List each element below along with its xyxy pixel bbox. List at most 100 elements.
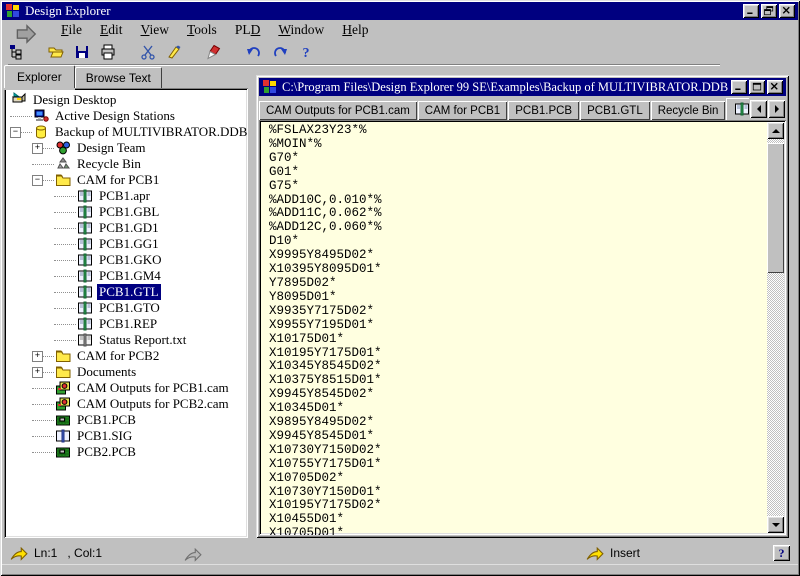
tree-item-cam-outputs-for-pcb1-cam[interactable]: CAM Outputs for PCB1.cam bbox=[4, 380, 248, 396]
document-titlebar[interactable]: C:\Program Files\Design Explorer 99 SE\E… bbox=[259, 78, 786, 96]
gerber-line: X9955Y7195D01* bbox=[269, 319, 762, 333]
menu-items: FileEditViewToolsPLDWindowHelp bbox=[52, 20, 378, 40]
paste-button[interactable] bbox=[160, 40, 186, 63]
save-button[interactable] bbox=[68, 40, 94, 63]
doc-tab-cam-for-pcb1[interactable]: CAM for PCB1 bbox=[418, 101, 507, 120]
tree-connector bbox=[10, 116, 32, 117]
undo-button[interactable] bbox=[240, 40, 266, 63]
doc-tab-pcb1-gtl[interactable]: PCB1.GTL bbox=[726, 98, 749, 120]
gerber-line: D10* bbox=[269, 235, 762, 249]
menu-pld[interactable]: PLD bbox=[226, 20, 270, 40]
print-button[interactable] bbox=[94, 40, 120, 63]
expand-box[interactable]: + bbox=[32, 351, 43, 362]
menu-view[interactable]: View bbox=[132, 20, 178, 40]
doc-minimize-button[interactable] bbox=[731, 80, 747, 94]
restore-button[interactable] bbox=[761, 4, 777, 18]
left-panel-tabs: Explorer Browse Text bbox=[4, 67, 162, 88]
tree-item-status-report-txt[interactable]: Status Report.txt bbox=[4, 332, 248, 348]
database-icon bbox=[33, 124, 49, 140]
minimize-button[interactable] bbox=[743, 4, 759, 18]
scroll-down-button[interactable] bbox=[767, 516, 784, 533]
tree-item-design-team[interactable]: + Design Team bbox=[4, 140, 248, 156]
knife-icon bbox=[206, 44, 222, 60]
tree-connector bbox=[54, 308, 76, 309]
tree-item-pcb1-gto[interactable]: PCB1.GTO bbox=[4, 300, 248, 316]
cursor-position-label: Ln:1 , Col:1 bbox=[34, 546, 102, 560]
gerber-line: X10755Y7175D01* bbox=[269, 458, 762, 472]
tree-item-pcb1-gko[interactable]: PCB1.GKO bbox=[4, 252, 248, 268]
tree-item-pcb1-gg1[interactable]: PCB1.GG1 bbox=[4, 236, 248, 252]
tree-item-pcb1-rep[interactable]: PCB1.REP bbox=[4, 316, 248, 332]
main-titlebar[interactable]: Design Explorer bbox=[2, 2, 798, 20]
tree-item-cam-for-pcb2[interactable]: +CAM for PCB2 bbox=[4, 348, 248, 364]
menu-tools[interactable]: Tools bbox=[178, 20, 226, 40]
tree-item-pcb1-gbl[interactable]: PCB1.GBL bbox=[4, 204, 248, 220]
tree-item-active-design-stations[interactable]: Active Design Stations bbox=[4, 108, 248, 124]
tree-item-pcb1-apr[interactable]: PCB1.apr bbox=[4, 188, 248, 204]
doc-close-button[interactable] bbox=[767, 80, 783, 94]
doc-tab-label: Recycle Bin bbox=[658, 105, 719, 117]
close-button[interactable] bbox=[779, 4, 795, 18]
doc-maximize-button[interactable] bbox=[749, 80, 765, 94]
gerber-text: %FSLAX23Y23*%%MOIN*%G70*G01*G75*%ADD10C,… bbox=[269, 124, 762, 535]
doc-tab-cam-outputs-for-pcb1-cam[interactable]: CAM Outputs for PCB1.cam bbox=[259, 101, 417, 120]
tab-scroll-left-button[interactable] bbox=[750, 100, 767, 118]
tree-item-pcb2-pcb[interactable]: PCB2.PCB bbox=[4, 444, 248, 460]
gerber-line: X10705D01* bbox=[269, 527, 762, 535]
menu-window[interactable]: Window bbox=[269, 20, 333, 40]
tree-item-documents[interactable]: +Documents bbox=[4, 364, 248, 380]
tree-item-design-desktop[interactable]: Design Desktop bbox=[4, 92, 248, 108]
expand-box[interactable]: + bbox=[32, 367, 43, 378]
tree-connector bbox=[54, 244, 76, 245]
tree-item-pcb1-sig[interactable]: PCB1.SIG bbox=[4, 428, 248, 444]
tree-item-backup-of-multivibrator-ddb[interactable]: −Backup of MULTIVIBRATOR.DDB bbox=[4, 124, 248, 140]
collapse-box[interactable]: − bbox=[10, 127, 21, 138]
help-button[interactable]: ? bbox=[292, 40, 318, 63]
tree-item-label: PCB1.GTL bbox=[97, 284, 161, 300]
tree-item-pcb1-pcb[interactable]: PCB1.PCB bbox=[4, 412, 248, 428]
text-icon bbox=[77, 332, 93, 348]
panel-splitter[interactable] bbox=[248, 88, 256, 538]
tree-item-pcb1-gd1[interactable]: PCB1.GD1 bbox=[4, 220, 248, 236]
open-button[interactable] bbox=[42, 40, 68, 63]
doc-tab-label: CAM Outputs for PCB1.cam bbox=[266, 105, 410, 117]
vertical-scrollbar bbox=[767, 122, 784, 533]
tree-item-label: CAM for PCB1 bbox=[75, 172, 161, 188]
cursor-position: Ln:1 , Col:1 bbox=[10, 546, 102, 560]
doc-tab-pcb1-pcb[interactable]: PCB1.PCB bbox=[508, 101, 579, 120]
scrollbar-thumb[interactable] bbox=[767, 143, 784, 273]
tree-item-label: Design Team bbox=[75, 140, 148, 156]
expand-box[interactable]: + bbox=[32, 143, 43, 154]
tree-item-label: PCB1.PCB bbox=[75, 412, 138, 428]
left-arrow-icon bbox=[757, 105, 761, 113]
tree-item-pcb1-gtl[interactable]: PCB1.GTL bbox=[4, 284, 248, 300]
tree-item-cam-for-pcb1[interactable]: − CAM for PCB1 bbox=[4, 172, 248, 188]
status-help-button[interactable]: ? bbox=[773, 545, 790, 561]
menu-edit[interactable]: Edit bbox=[91, 20, 132, 40]
gerber-line: Y7895D02* bbox=[269, 277, 762, 291]
gerber-line: X10455D01* bbox=[269, 513, 762, 527]
knife-button[interactable] bbox=[200, 40, 226, 63]
doc-tab-recycle-bin[interactable]: Recycle Bin bbox=[651, 101, 726, 120]
menu-file[interactable]: File bbox=[52, 20, 91, 40]
text-editor[interactable]: %FSLAX23Y23*%%MOIN*%G70*G01*G75*%ADD10C,… bbox=[259, 120, 786, 535]
tree-item-recycle-bin[interactable]: Recycle Bin bbox=[4, 156, 248, 172]
tab-browse-text[interactable]: Browse Text bbox=[75, 67, 162, 88]
gerber-line: X10375Y8515D01* bbox=[269, 374, 762, 388]
scrollbar-track[interactable] bbox=[767, 139, 784, 516]
doc-tab-pcb1-gtl[interactable]: PCB1.GTL bbox=[580, 101, 650, 120]
explorer-toggle-button[interactable] bbox=[2, 40, 28, 63]
tab-explorer[interactable]: Explorer bbox=[4, 65, 75, 88]
menu-help[interactable]: Help bbox=[333, 20, 377, 40]
redo-button[interactable] bbox=[266, 40, 292, 63]
tree-item-pcb1-gm4[interactable]: PCB1.GM4 bbox=[4, 268, 248, 284]
tree-item-cam-outputs-for-pcb2-cam[interactable]: CAM Outputs for PCB2.cam bbox=[4, 396, 248, 412]
tree-item-label: CAM Outputs for PCB1.cam bbox=[75, 380, 231, 396]
collapse-box[interactable]: − bbox=[32, 175, 43, 186]
jump-arrow-icon bbox=[10, 547, 28, 559]
scroll-up-button[interactable] bbox=[767, 122, 784, 139]
down-arrows-menu-icon[interactable] bbox=[16, 23, 38, 37]
gerber-line: %ADD10C,0.010*% bbox=[269, 194, 762, 208]
cut-button[interactable] bbox=[134, 40, 160, 63]
tab-scroll-right-button[interactable] bbox=[768, 100, 785, 118]
